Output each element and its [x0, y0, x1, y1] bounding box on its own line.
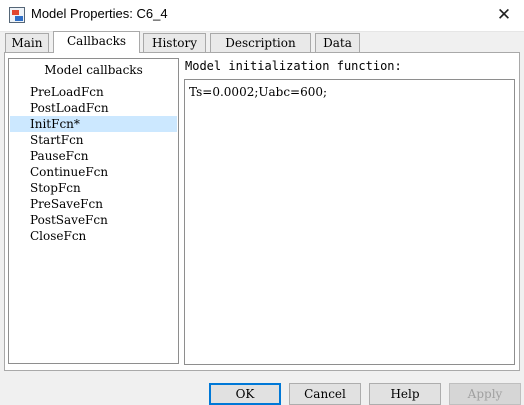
- list-item-postsavefcn[interactable]: PostSaveFcn: [10, 212, 177, 228]
- tab-data[interactable]: Data: [315, 33, 360, 52]
- simulink-model-icon: [9, 7, 25, 23]
- list-item-stopfcn[interactable]: StopFcn: [10, 180, 177, 196]
- tab-history[interactable]: History: [143, 33, 206, 52]
- list-item-preloadfcn[interactable]: PreLoadFcn: [10, 84, 177, 100]
- title-bar: Model Properties: C6_4 ✕: [0, 0, 524, 32]
- list-item-pausefcn[interactable]: PauseFcn: [10, 148, 177, 164]
- window-title: Model Properties: C6_4: [31, 6, 168, 21]
- function-editor[interactable]: Ts=0.0002;Uabc=600;: [184, 79, 515, 365]
- tab-description[interactable]: Description: [210, 33, 311, 52]
- list-item-startfcn[interactable]: StartFcn: [10, 132, 177, 148]
- list-item-presavefcn[interactable]: PreSaveFcn: [10, 196, 177, 212]
- close-button[interactable]: ✕: [494, 5, 514, 25]
- callbacks-panel: Model callbacks PreLoadFcn PostLoadFcn I…: [4, 52, 520, 371]
- list-item-continuefcn[interactable]: ContinueFcn: [10, 164, 177, 180]
- tab-callbacks[interactable]: Callbacks: [53, 31, 140, 53]
- callbacks-list[interactable]: Model callbacks PreLoadFcn PostLoadFcn I…: [8, 58, 179, 364]
- list-item-initfcn[interactable]: InitFcn*: [10, 116, 177, 132]
- list-item-closefcn[interactable]: CloseFcn: [10, 228, 177, 244]
- list-item-postloadfcn[interactable]: PostLoadFcn: [10, 100, 177, 116]
- tab-main[interactable]: Main: [5, 33, 49, 52]
- function-label: Model initialization function:: [185, 59, 402, 73]
- list-header: Model callbacks: [44, 63, 143, 77]
